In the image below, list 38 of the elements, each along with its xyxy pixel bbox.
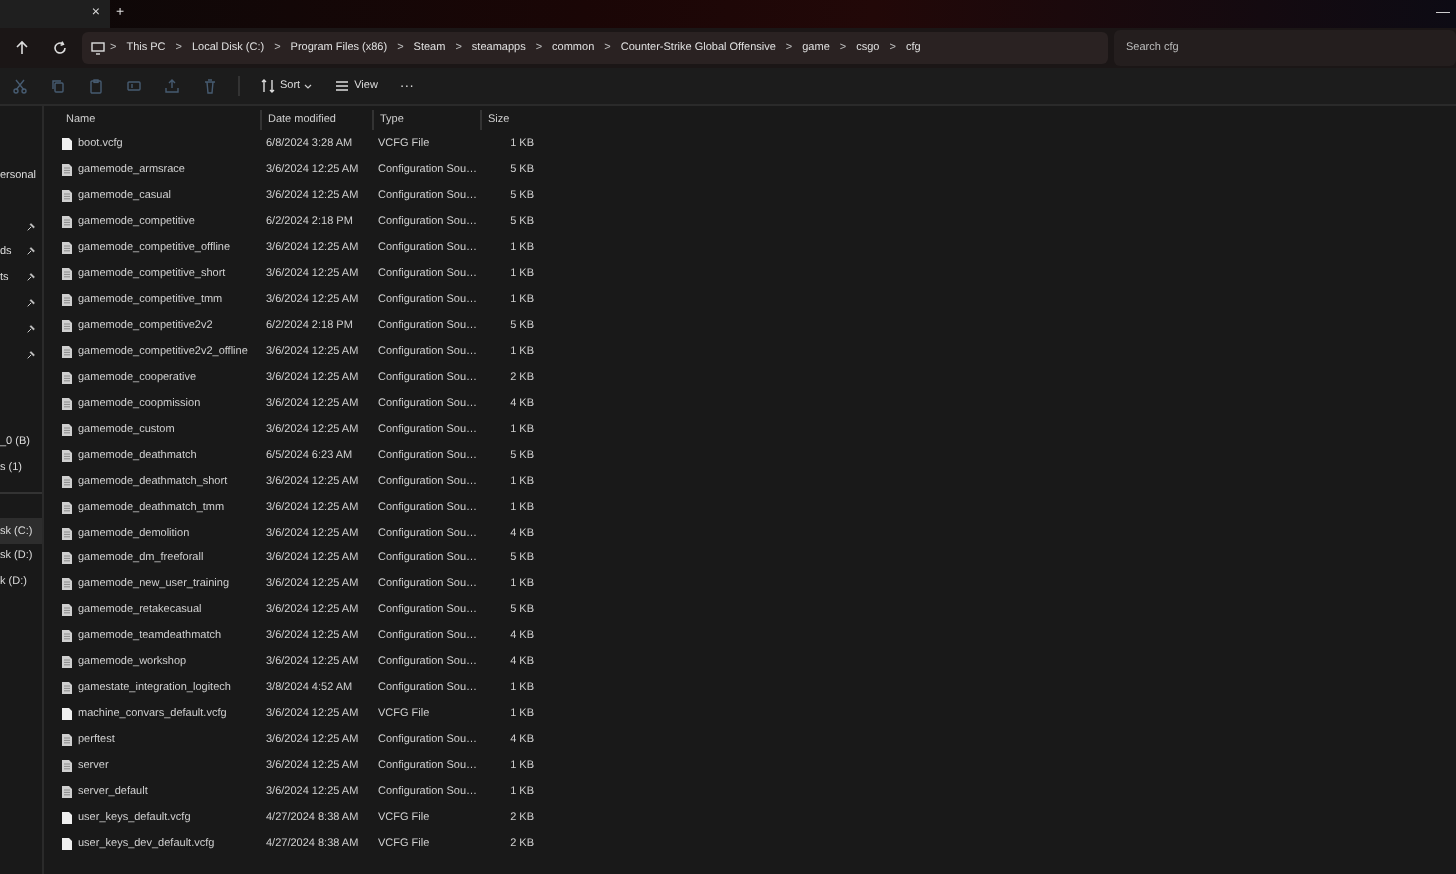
settings-file-icon (62, 164, 72, 177)
up-arrow-icon[interactable] (14, 40, 30, 56)
pin-icon (26, 323, 36, 334)
pin-icon (26, 298, 36, 309)
settings-file-icon (62, 294, 72, 307)
settings-file-icon (62, 501, 72, 514)
settings-file-icon (62, 785, 72, 798)
caret-icon (304, 83, 313, 89)
settings-file-icon (62, 216, 72, 229)
pin-icon (26, 272, 36, 283)
list-icon (334, 78, 351, 94)
pin-icon (26, 246, 36, 257)
sort-arrows-icon (260, 78, 276, 94)
settings-file-icon (62, 578, 72, 591)
settings-file-icon (62, 190, 72, 203)
file-icon (62, 708, 72, 721)
settings-file-icon (62, 475, 72, 488)
pin-icon (26, 349, 36, 360)
refresh-icon[interactable] (52, 40, 68, 56)
settings-file-icon (62, 604, 72, 617)
pin-icon (26, 221, 36, 232)
settings-file-icon (62, 345, 72, 358)
settings-file-icon (62, 630, 72, 643)
settings-file-icon (62, 734, 72, 747)
file-icon (62, 138, 72, 151)
settings-file-icon (62, 759, 72, 772)
monitor-icon (90, 40, 106, 56)
settings-file-icon (62, 656, 72, 669)
settings-file-icon (62, 320, 72, 333)
settings-file-icon (62, 423, 72, 436)
settings-file-icon (62, 371, 72, 384)
settings-file-icon (62, 449, 72, 462)
settings-file-icon (62, 268, 72, 281)
settings-file-icon (62, 682, 72, 695)
settings-file-icon (62, 397, 72, 410)
settings-file-icon (62, 552, 72, 565)
settings-file-icon (62, 527, 72, 540)
settings-file-icon (62, 242, 72, 255)
